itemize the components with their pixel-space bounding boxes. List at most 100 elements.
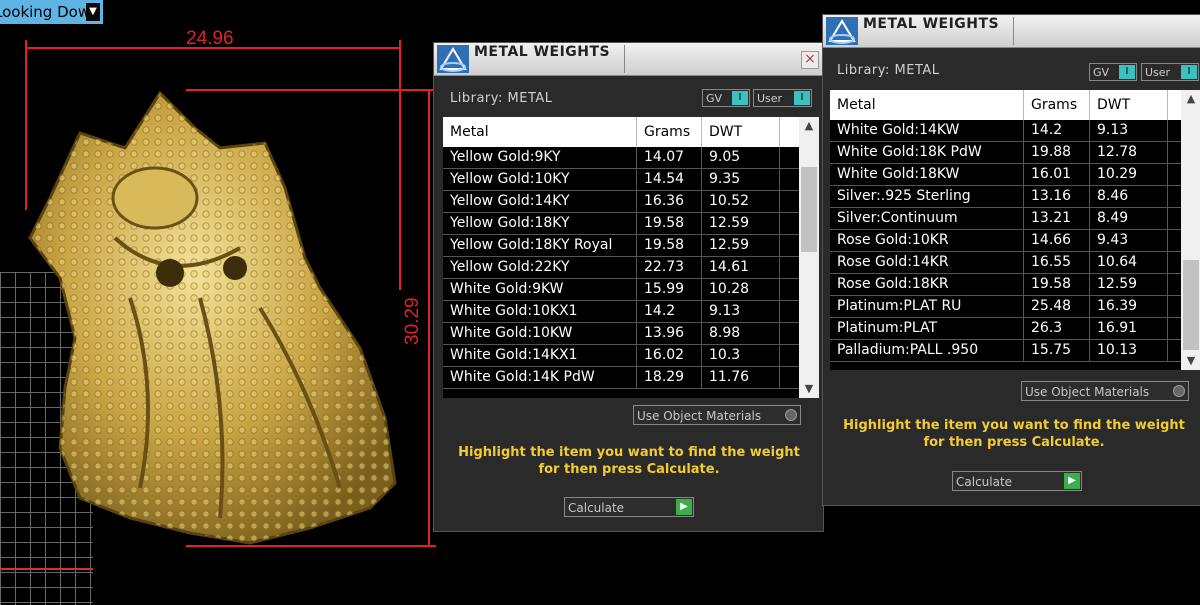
gv-toggle-label: GV bbox=[706, 92, 723, 105]
table-scrollbar[interactable]: ▲ ▼ bbox=[799, 117, 819, 398]
dialog-titlebar[interactable]: METAL WEIGHTS × bbox=[434, 43, 823, 76]
table-row[interactable]: Silver:.925 Sterling 13.16 8.46 bbox=[830, 186, 1181, 208]
table-row[interactable]: White Gold:10KX1 14.2 9.13 bbox=[443, 301, 799, 323]
cell-grams: 22.73 bbox=[637, 257, 702, 278]
table-row[interactable]: Yellow Gold:22KY 22.73 14.61 bbox=[443, 257, 799, 279]
use-object-materials-option[interactable]: Use Object Materials bbox=[633, 405, 801, 425]
calculate-button[interactable]: Calculate ▶ bbox=[952, 471, 1082, 491]
column-header-grams[interactable]: Grams bbox=[637, 117, 702, 147]
chevron-up-icon[interactable]: ▲ bbox=[799, 117, 819, 135]
table-row[interactable]: Rose Gold:10KR 14.66 9.43 bbox=[830, 230, 1181, 252]
gv-toggle[interactable]: GV I bbox=[1089, 63, 1137, 81]
cell-dwt: 12.59 bbox=[1090, 274, 1168, 295]
table-row[interactable]: White Gold:14KW 14.2 9.13 bbox=[830, 120, 1181, 142]
table-row[interactable]: White Gold:14KX1 16.02 10.3 bbox=[443, 345, 799, 367]
table-row[interactable]: Palladium:PALL .950 15.75 10.13 bbox=[830, 340, 1181, 362]
table-row[interactable]: White Gold:18K PdW 19.88 12.78 bbox=[830, 142, 1181, 164]
dialog-titlebar[interactable]: METAL WEIGHTS bbox=[823, 15, 1200, 48]
cell-grams: 14.2 bbox=[637, 301, 702, 322]
cell-dwt: 11.76 bbox=[702, 367, 780, 388]
table-row[interactable]: Silver:Continuum 13.21 8.49 bbox=[830, 208, 1181, 230]
radio-icon[interactable] bbox=[785, 409, 797, 421]
table-row[interactable]: Yellow Gold:18KY 19.58 12.59 bbox=[443, 213, 799, 235]
table-row[interactable]: Yellow Gold:10KY 14.54 9.35 bbox=[443, 169, 799, 191]
hint-line-2: for then press Calculate. bbox=[538, 462, 720, 477]
scrollbar-thumb[interactable] bbox=[801, 167, 817, 252]
chevron-up-icon[interactable]: ▲ bbox=[1181, 90, 1200, 108]
view-direction-label: Looking Down bbox=[0, 3, 100, 21]
cell-metal: White Gold:9KW bbox=[443, 279, 637, 300]
chevron-down-icon[interactable]: ▼ bbox=[799, 380, 819, 398]
cell-dwt: 9.13 bbox=[1090, 120, 1168, 141]
column-header-dwt[interactable]: DWT bbox=[702, 117, 780, 147]
column-header-metal[interactable]: Metal bbox=[830, 90, 1024, 120]
height-dimension-value: 30.29 bbox=[402, 297, 423, 345]
cell-grams: 16.55 bbox=[1024, 252, 1090, 273]
scrollbar-thumb[interactable] bbox=[1183, 260, 1199, 350]
use-object-materials-label: Use Object Materials bbox=[637, 409, 762, 423]
user-toggle[interactable]: User I bbox=[753, 89, 812, 107]
table-body: Yellow Gold:9KY 14.07 9.05 Yellow Gold:10K… bbox=[443, 147, 799, 398]
library-label: Library: METAL bbox=[837, 63, 940, 78]
table-row[interactable]: White Gold:14K PdW 18.29 11.76 bbox=[443, 367, 799, 389]
use-object-materials-option[interactable]: Use Object Materials bbox=[1021, 381, 1189, 401]
cell-metal: White Gold:18K PdW bbox=[830, 142, 1024, 163]
chevron-down-icon[interactable]: ▼ bbox=[86, 3, 100, 21]
cell-dwt: 12.59 bbox=[702, 213, 780, 234]
table-row[interactable]: Yellow Gold:18KY Royal 19.58 12.59 bbox=[443, 235, 799, 257]
play-icon: ▶ bbox=[676, 499, 692, 515]
dog-pendant-model[interactable] bbox=[20, 88, 400, 548]
titlebar-separator bbox=[624, 45, 625, 73]
close-icon[interactable]: × bbox=[801, 51, 819, 69]
table-row[interactable]: White Gold:18KW 16.01 10.29 bbox=[830, 164, 1181, 186]
table-row[interactable]: White Gold:9KW 15.99 10.28 bbox=[443, 279, 799, 301]
cell-metal: White Gold:18KW bbox=[830, 164, 1024, 185]
cell-grams: 13.96 bbox=[637, 323, 702, 344]
grid-axis-line bbox=[0, 568, 93, 570]
toggle-knob-icon: I bbox=[1181, 65, 1197, 79]
gv-toggle[interactable]: GV I bbox=[702, 89, 750, 107]
dialog-title: METAL WEIGHTS bbox=[474, 44, 611, 60]
cell-metal: Yellow Gold:10KY bbox=[443, 169, 637, 190]
cell-grams: 16.02 bbox=[637, 345, 702, 366]
cell-dwt: 10.29 bbox=[1090, 164, 1168, 185]
cell-metal: Yellow Gold:18KY Royal bbox=[443, 235, 637, 256]
cell-metal: Yellow Gold:18KY bbox=[443, 213, 637, 234]
play-icon: ▶ bbox=[1064, 473, 1080, 489]
table-row[interactable]: Yellow Gold:14KY 16.36 10.52 bbox=[443, 191, 799, 213]
cell-metal: Palladium:PALL .950 bbox=[830, 340, 1024, 361]
table-row[interactable]: Rose Gold:18KR 19.58 12.59 bbox=[830, 274, 1181, 296]
table-scrollbar[interactable]: ▲ ▼ bbox=[1181, 90, 1200, 370]
cell-grams: 13.16 bbox=[1024, 186, 1090, 207]
cell-dwt: 12.78 bbox=[1090, 142, 1168, 163]
cell-grams: 15.99 bbox=[637, 279, 702, 300]
column-header-grams[interactable]: Grams bbox=[1024, 90, 1090, 120]
table-row[interactable]: Platinum:PLAT 26.3 16.91 bbox=[830, 318, 1181, 340]
table-row[interactable]: Yellow Gold:9KY 14.07 9.05 bbox=[443, 147, 799, 169]
cell-dwt: 8.98 bbox=[702, 323, 780, 344]
cell-metal: Yellow Gold:14KY bbox=[443, 191, 637, 212]
chevron-down-icon[interactable]: ▼ bbox=[1181, 352, 1200, 370]
calculate-hint: Highlight the item you want to find the … bbox=[444, 444, 814, 478]
calculate-label: Calculate bbox=[956, 475, 1013, 489]
cell-dwt: 8.46 bbox=[1090, 186, 1168, 207]
table-row[interactable]: White Gold:10KW 13.96 8.98 bbox=[443, 323, 799, 345]
user-toggle-label: User bbox=[757, 92, 783, 105]
metal-table: Metal Grams DWT Yellow Gold:9KY 14.07 9.05… bbox=[443, 117, 819, 398]
cell-grams: 19.58 bbox=[1024, 274, 1090, 295]
column-header-metal[interactable]: Metal bbox=[443, 117, 637, 147]
column-header-dwt[interactable]: DWT bbox=[1090, 90, 1168, 120]
calculate-button[interactable]: Calculate ▶ bbox=[564, 497, 694, 517]
cell-grams: 26.3 bbox=[1024, 318, 1090, 339]
cell-grams: 25.48 bbox=[1024, 296, 1090, 317]
cell-metal: White Gold:14K PdW bbox=[443, 367, 637, 388]
cell-dwt: 16.39 bbox=[1090, 296, 1168, 317]
table-row[interactable]: Platinum:PLAT RU 25.48 16.39 bbox=[830, 296, 1181, 318]
cell-grams: 14.66 bbox=[1024, 230, 1090, 251]
calculate-hint: Highlight the item you want to find the … bbox=[829, 417, 1199, 451]
cell-metal: White Gold:10KW bbox=[443, 323, 637, 344]
user-toggle[interactable]: User I bbox=[1141, 63, 1199, 81]
radio-icon[interactable] bbox=[1173, 385, 1185, 397]
table-row[interactable]: Rose Gold:14KR 16.55 10.64 bbox=[830, 252, 1181, 274]
view-direction-dropdown[interactable]: Looking Down ▼ bbox=[0, 0, 103, 24]
